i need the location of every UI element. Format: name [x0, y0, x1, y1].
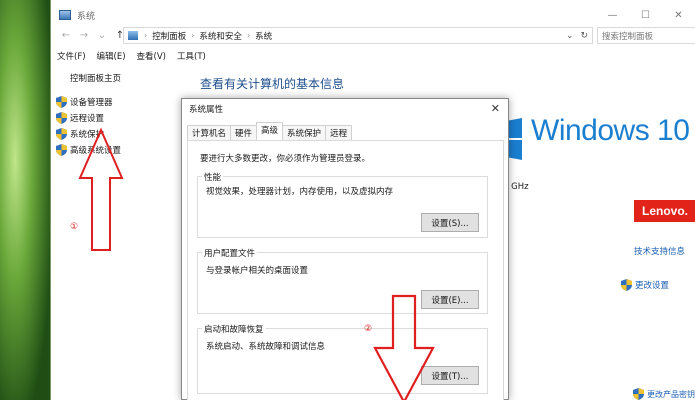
startup-recovery-label: 启动和故障恢复	[202, 323, 266, 335]
annotation-step-1: ①	[70, 222, 79, 232]
page-title: 查看有关计算机的基本信息	[200, 77, 345, 91]
search-input[interactable]: 搜索控制面板	[597, 27, 695, 44]
maximize-button[interactable]: ☐	[629, 0, 662, 30]
breadcrumb-separator: ›	[246, 31, 251, 40]
performance-settings-button[interactable]: 设置(S)...	[421, 213, 479, 232]
user-profiles-label: 用户配置文件	[202, 247, 258, 259]
address-bar[interactable]: › 控制面板 › 系统和安全 › 系统 ⌄ ↻	[123, 27, 593, 44]
tab-computer-name[interactable]: 计算机名	[187, 125, 232, 140]
tab-system-protection[interactable]: 系统保护	[282, 125, 327, 140]
shield-icon	[56, 128, 67, 140]
refresh-icon[interactable]: ↻	[580, 31, 588, 41]
sidebar-home-link[interactable]: 控制面板主页	[70, 72, 121, 84]
breadcrumb-control-panel[interactable]: 控制面板	[152, 30, 186, 42]
minimize-button[interactable]: —	[596, 0, 629, 30]
breadcrumb-separator: ›	[144, 31, 148, 40]
control-panel-icon	[128, 31, 138, 40]
menu-view[interactable]: 查看(V)	[137, 50, 166, 62]
recent-locations-button[interactable]: ⌄	[93, 30, 111, 41]
desktop-background	[0, 0, 50, 400]
menu-edit[interactable]: 编辑(E)	[97, 50, 126, 62]
user-profiles-group: 用户配置文件 与登录帐户相关的桌面设置 设置(E)...	[197, 247, 488, 314]
annotation-arrow-up	[78, 127, 124, 251]
performance-group: 性能 视觉效果，处理器计划，内存使用，以及虚拟内存 设置(S)...	[197, 171, 488, 238]
lenovo-logo: Lenovo.	[634, 200, 695, 222]
close-button[interactable]: ✕	[662, 0, 695, 30]
menu-bar: 文件(F) 编辑(E) 查看(V) 工具(T)	[57, 50, 206, 62]
system-icon	[59, 10, 71, 20]
sidebar-item-remote[interactable]: 远程设置	[56, 110, 121, 126]
shield-icon	[633, 388, 644, 400]
startup-recovery-desc: 系统启动、系统故障和调试信息	[206, 342, 326, 352]
shield-icon	[621, 279, 632, 291]
shield-icon	[56, 96, 67, 108]
breadcrumb-system-security[interactable]: 系统和安全	[199, 30, 242, 42]
shield-icon	[56, 144, 67, 156]
change-product-key-link[interactable]: 更改产品密钥	[633, 388, 695, 400]
sidebar-item-label: 设备管理器	[70, 98, 113, 108]
tab-advanced[interactable]: 高级	[256, 122, 284, 140]
tab-hardware[interactable]: 硬件	[230, 125, 258, 140]
support-info-link[interactable]: 技术支持信息	[634, 245, 685, 257]
menu-file[interactable]: 文件(F)	[57, 50, 86, 62]
address-dropdown-icon[interactable]: ⌄	[566, 31, 574, 41]
window-controls: — ☐ ✕	[596, 0, 695, 30]
change-settings-link[interactable]: 更改设置	[621, 279, 669, 291]
user-profiles-desc: 与登录帐户相关的桌面设置	[206, 266, 309, 276]
system-properties-dialog: 系统属性 ✕ 计算机名 硬件 高级 系统保护 远程 要进行大多数更改，你必须作为…	[181, 98, 509, 400]
breadcrumb-system[interactable]: 系统	[255, 30, 272, 42]
startup-recovery-group: 启动和故障恢复 系统启动、系统故障和调试信息 设置(T)...	[197, 323, 488, 394]
sidebar-item-device-manager[interactable]: 设备管理器	[56, 94, 121, 110]
performance-desc: 视觉效果，处理器计划，内存使用，以及虚拟内存	[206, 187, 394, 197]
window-title: 系统	[77, 11, 96, 22]
breadcrumb-separator: ›	[191, 31, 195, 40]
annotation-step-2: ②	[364, 324, 373, 334]
change-settings-label: 更改设置	[635, 281, 670, 291]
dialog-title: 系统属性	[189, 105, 224, 115]
tab-remote[interactable]: 远程	[325, 125, 353, 140]
change-product-key-label: 更改产品密钥	[647, 389, 695, 399]
menu-tools[interactable]: 工具(T)	[177, 50, 206, 62]
back-button[interactable]: ←	[57, 30, 75, 41]
windows-10-text: Windows 10	[531, 114, 690, 147]
shield-icon	[56, 112, 67, 124]
dialog-tabs: 计算机名 硬件 高级 系统保护 远程	[187, 122, 353, 140]
sidebar-item-label: 远程设置	[70, 114, 105, 124]
admin-note: 要进行大多数更改，你必须作为管理员登录。	[200, 154, 371, 164]
search-placeholder: 搜索控制面板	[602, 31, 654, 42]
windows-10-logo: Windows 10	[531, 114, 690, 148]
annotation-arrow-down	[373, 294, 435, 400]
dialog-close-button[interactable]: ✕	[491, 102, 500, 115]
performance-label: 性能	[202, 171, 224, 183]
forward-button[interactable]: →	[75, 30, 93, 41]
address-controls: ⌄ ↻	[566, 31, 588, 41]
